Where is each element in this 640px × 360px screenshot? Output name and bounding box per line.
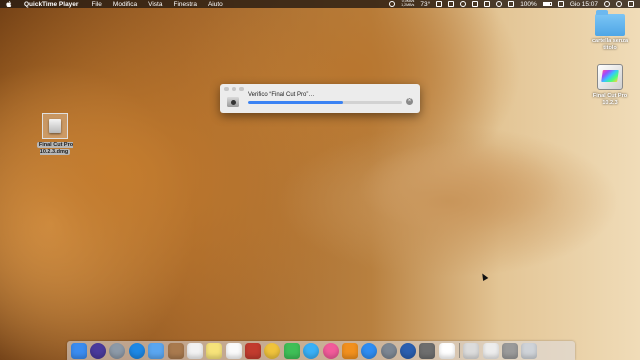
apple-menu-icon[interactable]	[6, 1, 12, 7]
desktop-dmg-file[interactable]: Final Cut Pro 10.2.3.dmg	[30, 113, 80, 155]
dock-separator	[458, 343, 460, 358]
quicktime-icon[interactable]	[400, 342, 417, 359]
volume-icon[interactable]	[508, 1, 515, 7]
app-menu-quicktime[interactable]: QuickTime Player	[24, 1, 78, 8]
desktop-folder[interactable]: cartella senza titolo	[586, 10, 634, 51]
dropbox-icon[interactable]	[448, 1, 455, 7]
final-cut-pro-icon[interactable]	[419, 342, 436, 359]
downloads-stack-icon[interactable]	[463, 342, 480, 359]
menu-view[interactable]: Vista	[148, 1, 162, 8]
folder-icon	[595, 10, 625, 36]
menubar-clock[interactable]: Gio 15:07	[570, 1, 598, 8]
facetime-icon[interactable]	[283, 342, 300, 359]
launchpad-icon[interactable]	[109, 342, 126, 359]
window-controls	[224, 86, 244, 91]
dock	[67, 341, 575, 360]
airplay-icon[interactable]	[472, 1, 479, 7]
reminders-icon[interactable]	[225, 342, 242, 359]
trash-icon[interactable]	[521, 342, 538, 359]
battery-percent[interactable]: 100%	[520, 1, 537, 8]
disk-image-icon	[227, 97, 239, 107]
close-window-button[interactable]	[224, 86, 229, 91]
desktop-app-final-cut-pro[interactable]: Final Cut Pro 10.2.3	[586, 64, 634, 106]
bluetooth-icon[interactable]	[484, 1, 491, 7]
menu-bar: QuickTime Player File Modifica Vista Fin…	[0, 0, 640, 8]
menu-file[interactable]: File	[91, 1, 101, 8]
input-source-flag-icon[interactable]	[557, 1, 564, 7]
safari-icon[interactable]	[128, 342, 145, 359]
verify-dialog: Verifico “Final Cut Pro”… ×	[220, 84, 420, 113]
zoom-window-button[interactable]	[239, 86, 244, 91]
window-thumbnail-icon[interactable]	[501, 342, 518, 359]
photos-icon[interactable]	[264, 342, 281, 359]
mail-icon[interactable]	[148, 342, 165, 359]
itunes-icon[interactable]	[322, 342, 339, 359]
cancel-verify-button[interactable]: ×	[406, 98, 413, 105]
battery-icon[interactable]	[542, 1, 552, 7]
sync-icon[interactable]	[460, 1, 467, 7]
desktop-folder-label: cartella senza titolo	[591, 38, 629, 51]
verify-progress-fill	[248, 101, 344, 104]
documents-stack-icon[interactable]	[482, 342, 499, 359]
photo-booth-icon[interactable]	[245, 342, 262, 359]
ibooks-icon[interactable]	[341, 342, 358, 359]
app-store-icon[interactable]	[361, 342, 378, 359]
temperature-readout[interactable]: 73°	[420, 1, 430, 8]
network-speed[interactable]: 0,0KB/s 1,2MB/s	[401, 0, 414, 7]
contacts-icon[interactable]	[167, 342, 184, 359]
desktop-app-label: Final Cut Pro 10.2.3	[592, 93, 628, 106]
spotlight-search-icon[interactable]	[604, 1, 610, 7]
system-preferences-icon[interactable]	[380, 342, 397, 359]
menu-edit[interactable]: Modifica	[113, 1, 137, 8]
wifi-icon[interactable]	[496, 1, 503, 7]
siri-menubar-icon[interactable]	[616, 1, 622, 7]
disk-image-icon	[42, 113, 68, 139]
menu-window[interactable]: Finestra	[173, 1, 196, 8]
notes-icon[interactable]	[206, 342, 223, 359]
calendar-icon[interactable]	[186, 342, 203, 359]
time-machine-icon[interactable]	[389, 1, 396, 7]
keynote-icon[interactable]	[438, 342, 455, 359]
minimize-window-button[interactable]	[231, 86, 236, 91]
notification-center-icon[interactable]	[628, 1, 634, 7]
messages-icon[interactable]	[303, 342, 320, 359]
final-cut-pro-app-icon	[597, 64, 623, 90]
menu-help[interactable]: Aiuto	[208, 1, 223, 8]
finder-icon[interactable]	[70, 342, 87, 359]
mouse-pointer-icon	[479, 271, 489, 282]
verify-progress-bar	[248, 101, 402, 104]
siri-icon[interactable]	[90, 342, 107, 359]
verify-message: Verifico “Final Cut Pro”…	[248, 92, 315, 98]
desktop-dmg-label: Final Cut Pro 10.2.3.dmg	[36, 142, 74, 155]
activity-monitor-icon[interactable]	[436, 1, 443, 7]
net-download: 1,2MB/s	[401, 3, 415, 7]
